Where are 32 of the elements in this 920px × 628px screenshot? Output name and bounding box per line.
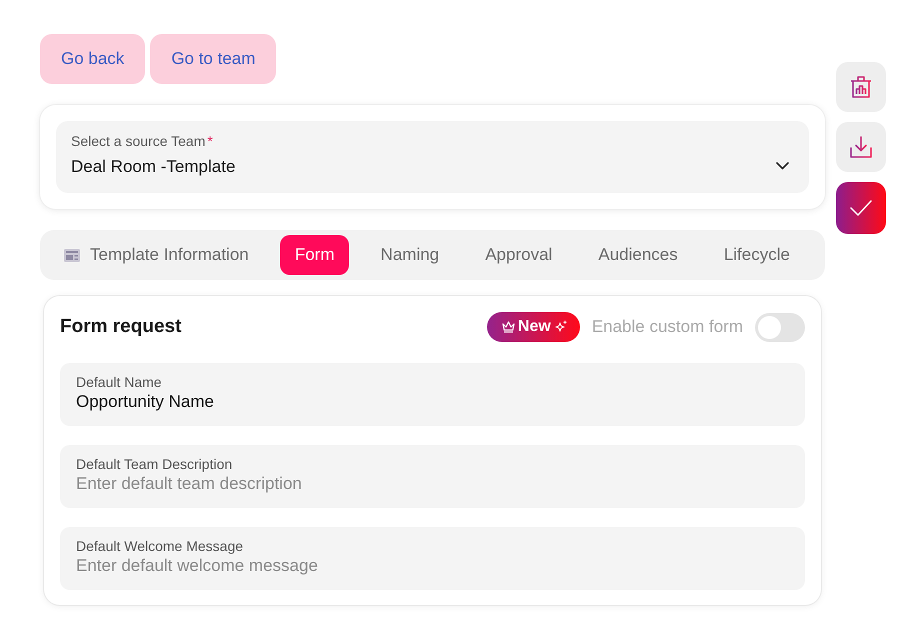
field-label: Default Name — [76, 374, 162, 390]
text-input[interactable]: Enter default welcome message — [76, 556, 789, 576]
tab[interactable]: Lifecycle — [708, 235, 805, 275]
tab[interactable]: Template Information — [49, 235, 264, 275]
check-icon — [850, 200, 872, 216]
download-icon — [850, 136, 872, 158]
template-icon — [64, 248, 80, 262]
tab[interactable]: Naming — [366, 235, 454, 275]
delete-button[interactable] — [836, 62, 886, 112]
team-select[interactable]: Select a source Team* Deal Room -Template — [56, 121, 809, 193]
toggle-switch[interactable] — [755, 312, 805, 342]
tab[interactable]: Form — [280, 235, 350, 275]
text-field[interactable]: Default Name Opportunity Name — [60, 363, 805, 426]
card-title: Form request — [60, 316, 182, 338]
tab[interactable]: Audiences — [583, 235, 693, 275]
sparkle-icon — [554, 320, 568, 334]
trash-icon — [850, 75, 872, 99]
download-button[interactable] — [836, 122, 886, 172]
text-input[interactable]: Opportunity Name — [76, 392, 789, 412]
text-field[interactable]: Default Team Description Enter default team description — [60, 445, 805, 508]
badge-text: New — [518, 318, 551, 336]
field-label: Default Welcome Message — [76, 538, 244, 554]
nav-button[interactable]: Go to team — [150, 34, 276, 84]
toggle-label: Enable custom form — [592, 317, 743, 337]
crown-icon — [502, 321, 515, 333]
field-label: Default Team Description — [76, 456, 232, 472]
text-input[interactable]: Enter default team description — [76, 474, 789, 494]
tab[interactable]: Approval — [470, 235, 568, 275]
text-field[interactable]: Default Welcome Message Enter default welcome message — [60, 527, 805, 590]
confirm-button[interactable] — [836, 182, 886, 234]
nav-button[interactable]: Go back — [40, 34, 146, 84]
chevron-down-icon — [776, 162, 789, 170]
